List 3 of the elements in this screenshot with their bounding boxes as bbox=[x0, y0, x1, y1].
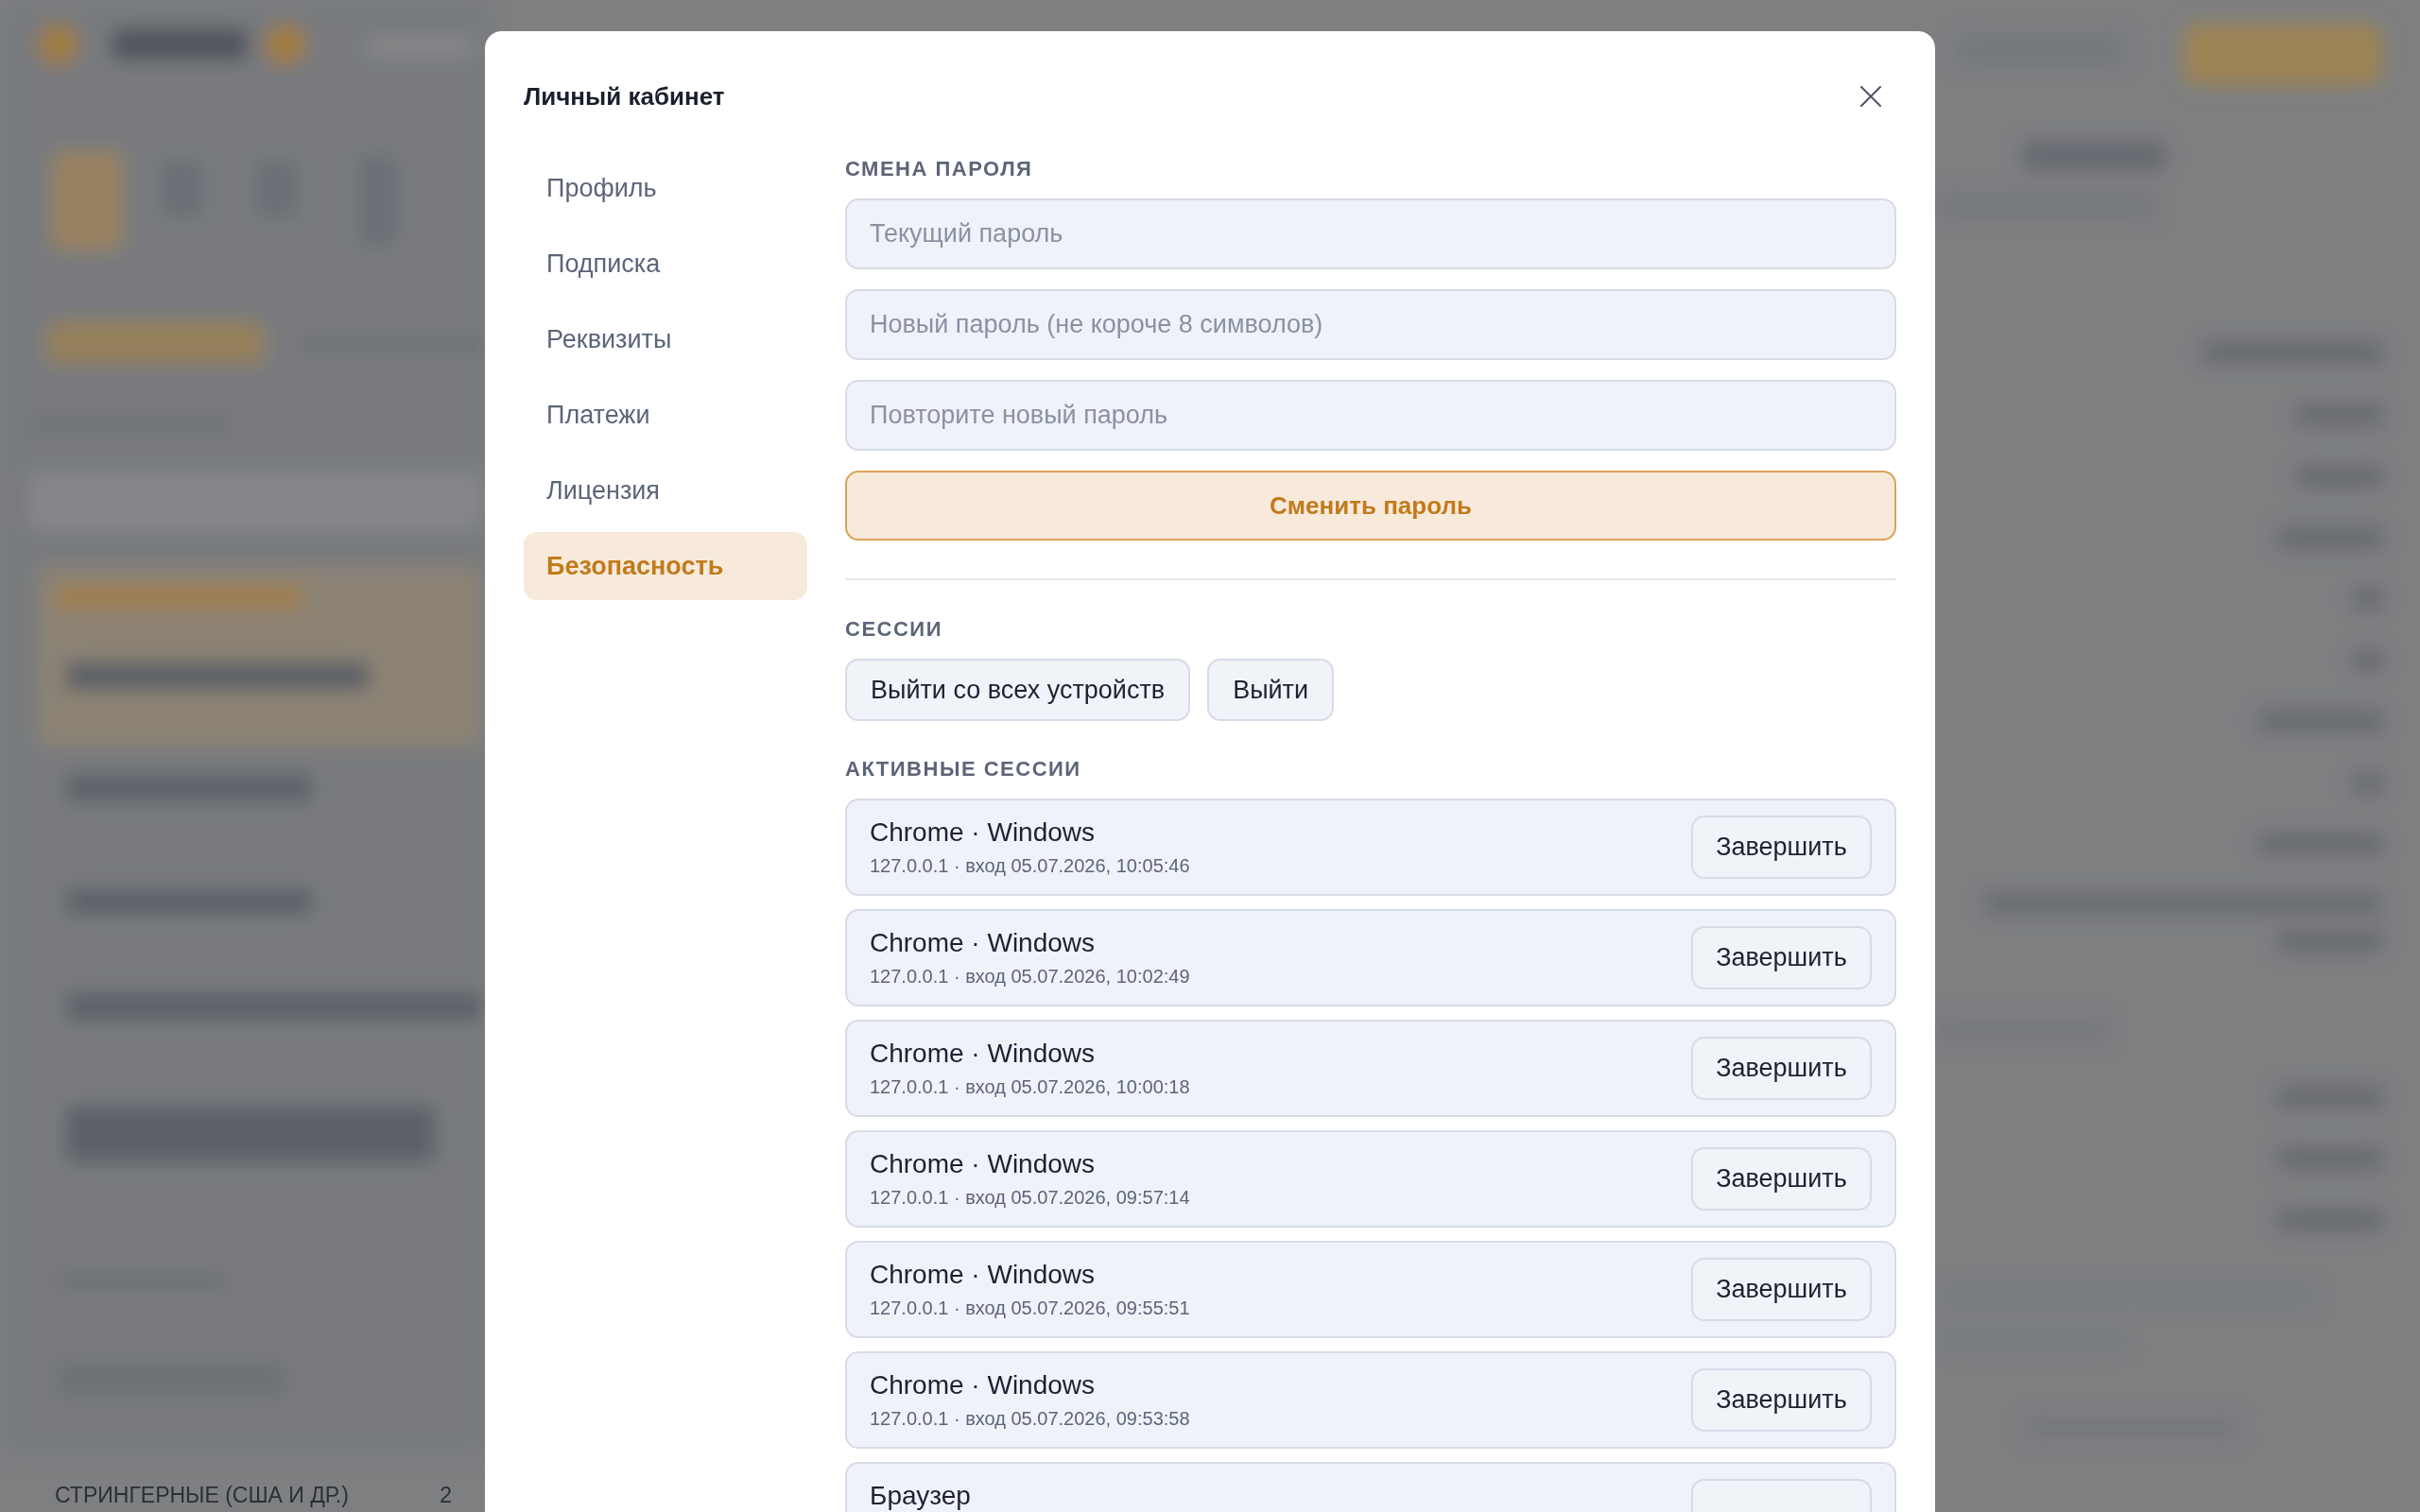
sidebar-group-label: СТРИНГЕРНЫЕ (США И ДР.) bbox=[55, 1483, 349, 1508]
sidebar-group-count: 2 bbox=[440, 1483, 452, 1508]
session-device: Браузер bbox=[870, 1482, 971, 1510]
